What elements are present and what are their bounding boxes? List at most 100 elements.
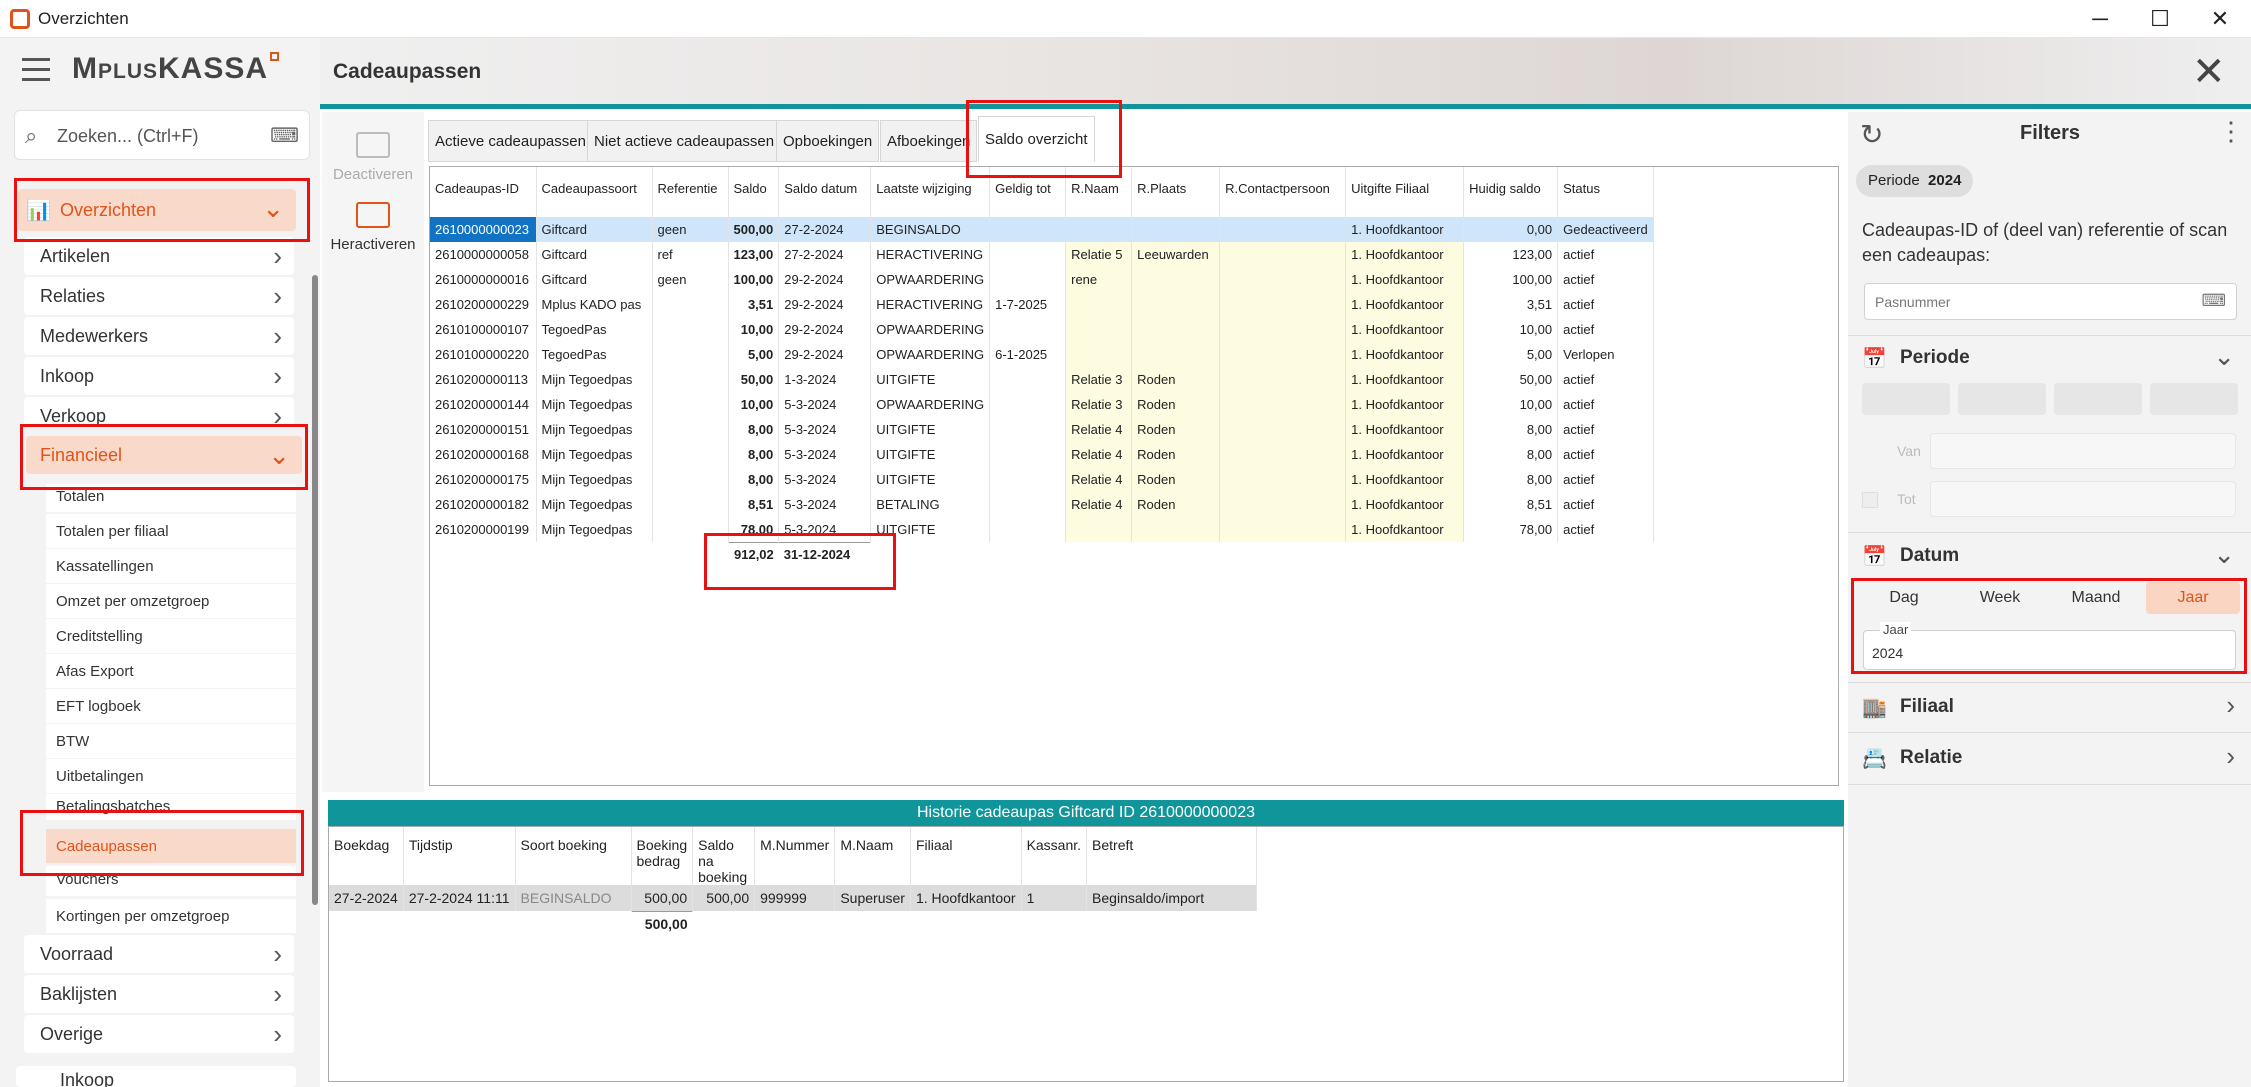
search-box[interactable]: ⌕ Zoeken... (Ctrl+F) ⌨ [14,110,310,160]
nav-inkoop[interactable]: Inkoop › [24,357,294,395]
nav-voorraad[interactable]: Voorraad › [24,935,294,973]
jaar-field[interactable]: Jaar 2024 [1863,622,2236,670]
history-column-header[interactable]: Kassanr. [1021,827,1088,885]
table-row[interactable]: 2610000000016 Giftcard geen 100,00 29-2-2024… [430,267,1655,292]
van-field[interactable] [1930,433,2236,469]
nav-financieel[interactable]: Financieel ⌄ [26,436,302,474]
sub-uitbetalingen[interactable]: Uitbetalingen [46,759,296,793]
close-page-button[interactable]: ✕ [2192,52,2226,92]
tab-afboekingen[interactable]: Afboekingen [880,120,978,162]
keyboard-icon[interactable]: ⌨ [2201,291,2226,311]
deactivate-button[interactable]: Deactiveren [328,132,418,183]
grid-column-header[interactable]: Status [1557,167,1655,217]
tab-niet-actieve-cadeaupassen[interactable]: Niet actieve cadeaupassen [587,120,782,162]
sub-cadeaupassen[interactable]: Cadeaupassen [46,829,296,863]
segment-jaar[interactable]: Jaar [2146,582,2240,614]
close-window-button[interactable]: ✕ [2190,4,2250,34]
pasnummer-input[interactable]: Pasnummer [1875,294,1950,310]
periode-button-1[interactable] [1862,383,1950,415]
tot-field[interactable] [1930,481,2236,517]
periode-button-4[interactable] [2150,383,2238,415]
grid-column-header[interactable]: R.Plaats [1131,167,1221,217]
sidebar-scrollbar[interactable] [312,275,318,905]
sub-eft-logboek[interactable]: EFT logboek [46,689,296,723]
table-row[interactable]: 2610200000229 Mplus KADO pas 3,51 29-2-2024… [430,292,1655,317]
periode-section[interactable]: 📅 Periode ⌄ [1848,333,2251,383]
nav-relaties[interactable]: Relaties › [24,277,294,315]
table-row[interactable]: 2610200000168 Mijn Tegoedpas 8,00 5-3-2024 U… [430,442,1655,467]
nav-baklijsten[interactable]: Baklijsten › [24,975,294,1013]
sub-omzet-per-omzetgroep[interactable]: Omzet per omzetgroep [46,584,296,618]
table-row[interactable]: 2610000000058 Giftcard ref 123,00 27-2-2024 H… [430,242,1655,267]
sub-totalen-per-filiaal[interactable]: Totalen per filiaal [46,514,296,548]
grid-column-header[interactable]: Geldig tot [989,167,1067,217]
history-column-header[interactable]: M.Naam [834,827,911,885]
grid-column-header[interactable]: Cadeaupassoort [536,167,653,217]
refresh-icon[interactable]: ↻ [1860,118,1883,151]
grid-column-header[interactable]: Cadeaupas-ID [430,167,537,217]
table-row[interactable]: 2610200000182 Mijn Tegoedpas 8,51 5-3-2024 B… [430,492,1655,517]
relatie-section[interactable]: 📇 Relatie › [1848,733,2251,783]
table-row[interactable]: 2610200000151 Mijn Tegoedpas 8,00 5-3-2024 U… [430,417,1655,442]
sub-afas-export[interactable]: Afas Export [46,654,296,688]
tab-saldo-overzicht[interactable]: Saldo overzicht [978,116,1095,162]
history-row[interactable]: 27-2-2024 27-2-2024 11:11 BEGINSALDO 500,00… [329,885,1258,911]
grid-column-header[interactable]: R.Naam [1065,167,1133,217]
grid-column-header[interactable]: Saldo [728,167,780,217]
filiaal-section[interactable]: 🏬 Filiaal › [1848,682,2251,732]
history-column-header[interactable]: Betreft [1086,827,1258,885]
grid-column-header[interactable]: Uitgifte Filiaal [1345,167,1465,217]
sub-vouchers[interactable]: Vouchers [46,866,296,896]
table-row[interactable]: 2610200000175 Mijn Tegoedpas 8,00 5-3-2024 U… [430,467,1655,492]
table-row[interactable]: 2610100000107 TegoedPas 10,00 29-2-2024 OPWA… [430,317,1655,342]
tot-checkbox[interactable] [1862,492,1878,508]
segment-maand[interactable]: Maand [2049,582,2143,614]
period-chip[interactable]: Periode 2024 [1856,165,1974,197]
history-column-header[interactable]: Boekdag [329,827,404,885]
sub-totalen[interactable]: Totalen [46,484,296,512]
periode-button-2[interactable] [1958,383,2046,415]
hamburger-menu-icon[interactable] [22,58,50,81]
segment-dag[interactable]: Dag [1857,582,1951,614]
nav-artikelen[interactable]: Artikelen › [24,237,294,275]
table-row[interactable]: 2610200000144 Mijn Tegoedpas 10,00 5-3-2024… [430,392,1655,417]
grid-column-header[interactable]: R.Contactpersoon [1219,167,1347,217]
history-column-header[interactable]: Saldo na boeking [692,827,756,885]
more-options-icon[interactable]: ⋮ [2218,116,2244,147]
search-input[interactable]: Zoeken... (Ctrl+F) [57,126,199,147]
nav-inkoop-bottom[interactable]: Inkoop [16,1066,296,1087]
history-column-header[interactable]: Boeking bedrag [631,827,694,885]
tab-actieve-cadeaupassen[interactable]: Actieve cadeaupassen [428,120,593,162]
sub-btw[interactable]: BTW [46,724,296,758]
grid-column-header[interactable]: Huidig saldo [1463,167,1559,217]
nav-verkoop[interactable]: Verkoop › [24,397,294,427]
datum-section[interactable]: 📅 Datum ⌄ [1848,531,2251,581]
keyboard-icon[interactable]: ⌨ [270,123,299,148]
table-row[interactable]: 2610000000023 Giftcard geen 500,00 27-2-2024… [430,217,1655,242]
sub-creditstelling[interactable]: Creditstelling [46,619,296,653]
history-column-header[interactable]: M.Nummer [754,827,836,885]
grid-column-header[interactable]: Saldo datum [778,167,872,217]
table-row[interactable]: 2610200000113 Mijn Tegoedpas 50,00 1-3-2024… [430,367,1655,392]
segment-week[interactable]: Week [1953,582,2047,614]
table-row[interactable]: 2610100000220 TegoedPas 5,00 29-2-2024 OPWAA… [430,342,1655,367]
history-column-header[interactable]: Filiaal [910,827,1022,885]
periode-button-3[interactable] [2054,383,2142,415]
reactivate-button[interactable]: Heractiveren [328,202,418,253]
history-column-header[interactable]: Soort boeking [515,827,632,885]
minimize-button[interactable]: ─ [2070,4,2130,34]
nav-overzichten[interactable]: 📊 Overzichten ⌄ [18,189,296,231]
sub-kortingen-per-omzetgroep[interactable]: Kortingen per omzetgroep [46,899,296,933]
grid-column-header[interactable]: Referentie [652,167,729,217]
grid-column-header[interactable]: Laatste wijziging [870,167,991,217]
sub-kassatellingen[interactable]: Kassatellingen [46,549,296,583]
history-column-header[interactable]: Tijdstip [403,827,516,885]
nav-medewerkers[interactable]: Medewerkers › [24,317,294,355]
jaar-value[interactable]: 2024 [1872,645,1903,661]
nav-overige[interactable]: Overige › [24,1015,294,1053]
sub-betalingsbatches[interactable]: Betalingsbatches [46,794,296,820]
pasnummer-field[interactable]: Pasnummer ⌨ [1864,283,2237,320]
tab-opboekingen[interactable]: Opboekingen [776,120,880,162]
table-row[interactable]: 2610200000199 Mijn Tegoedpas 78,00 5-3-2024… [430,517,1655,542]
maximize-button[interactable]: ☐ [2130,4,2190,34]
